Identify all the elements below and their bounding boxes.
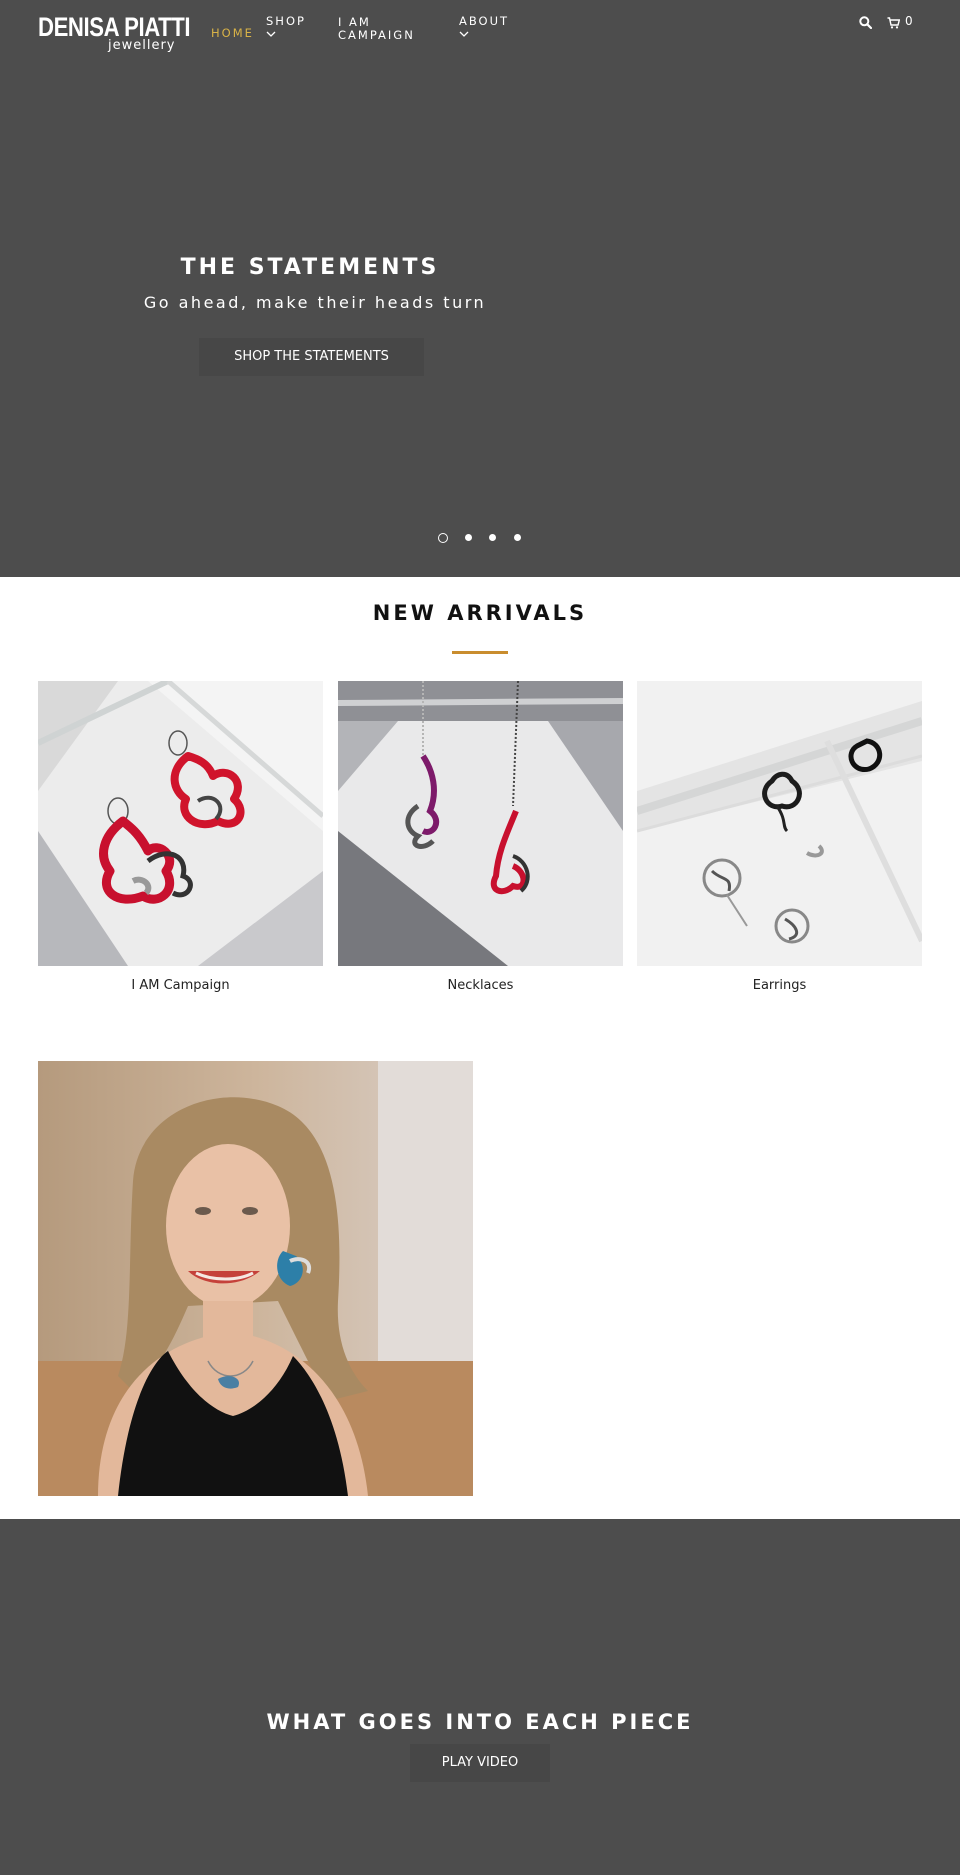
page: DENISA PIATTI jewellery HOME SHOP I AM C… <box>0 0 960 1875</box>
nav-about[interactable]: ABOUT <box>459 15 509 39</box>
cart-count[interactable]: 0 <box>905 14 913 28</box>
brand-tagline: jewellery <box>108 38 176 53</box>
play-video-button[interactable]: PLAY VIDEO <box>410 1744 550 1782</box>
shop-the-statements-button[interactable]: SHOP THE STATEMENTS <box>199 338 424 376</box>
nav-home[interactable]: HOME <box>211 27 254 40</box>
collection-label: Earrings <box>752 978 807 993</box>
slide-dot-4[interactable] <box>514 534 521 541</box>
hero-subtitle: Go ahead, make their heads turn <box>143 293 487 312</box>
new-arrivals-title: NEW ARRIVALS <box>372 601 588 625</box>
cart-icon[interactable] <box>887 14 901 33</box>
collection-image <box>38 681 323 966</box>
brand-logo[interactable]: DENISA PIATTI jewellery <box>38 12 191 56</box>
video-section: WHAT GOES INTO EACH PIECE PLAY VIDEO <box>0 1519 960 1875</box>
nav-i-am-campaign[interactable]: I AM CAMPAIGN <box>338 16 415 42</box>
chevron-down-icon <box>459 31 469 37</box>
video-title: WHAT GOES INTO EACH PIECE <box>266 1710 694 1734</box>
slide-dot-1[interactable] <box>438 533 448 543</box>
nav-shop[interactable]: SHOP <box>266 15 306 39</box>
collection-image <box>338 681 623 966</box>
chevron-down-icon <box>266 31 276 37</box>
search-icon[interactable] <box>859 14 873 33</box>
hero-title: THE STATEMENTS <box>180 255 440 280</box>
site-header: DENISA PIATTI jewellery HOME SHOP I AM C… <box>0 0 960 60</box>
collection-label: Necklaces <box>447 978 514 993</box>
nav-about-label: ABOUT <box>459 14 510 28</box>
title-divider <box>452 651 508 654</box>
slide-dot-3[interactable] <box>489 534 496 541</box>
hero-slideshow: DENISA PIATTI jewellery HOME SHOP I AM C… <box>0 0 960 577</box>
collection-label: I AM Campaign <box>131 978 230 993</box>
slide-dot-2[interactable] <box>465 534 472 541</box>
designer-portrait <box>38 1061 473 1496</box>
nav-shop-label: SHOP <box>266 14 306 28</box>
nav-campaign-line2: CAMPAIGN <box>338 28 415 42</box>
collection-image <box>637 681 922 966</box>
